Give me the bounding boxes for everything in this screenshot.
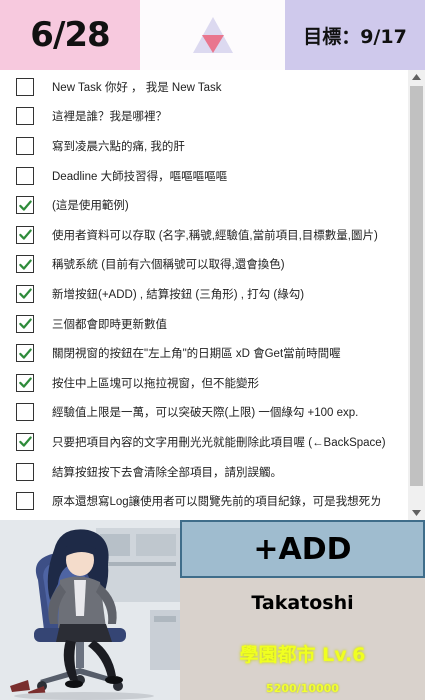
task-row: 只要把項目內容的文字用刪光光就能刪除此項目喔 (←BackSpace)	[0, 427, 408, 457]
task-checkbox-checked[interactable]	[16, 255, 34, 274]
user-info-panel: Takatoshi 學園都市 Lv.6 5200/10000	[180, 578, 425, 700]
date-label: 6/28	[30, 15, 110, 55]
green-check-icon	[18, 436, 32, 448]
green-check-icon	[18, 348, 32, 359]
green-check-icon	[18, 377, 32, 388]
task-text-input[interactable]: New Task 你好 ， 我是 New Task	[52, 79, 404, 95]
green-check-icon	[18, 229, 32, 240]
task-checkbox[interactable]	[16, 166, 34, 185]
task-row: 原本還想寫Log讓使用者可以閱覽先前的項目紀錄，可是我想死ㄌ	[0, 486, 408, 516]
task-text-input[interactable]: 使用者資料可以存取 (名字,稱號,經驗值,當前項目,目標數量,圖片)	[52, 227, 404, 243]
task-checkbox[interactable]	[16, 77, 34, 96]
task-row: 結算按鈕按下去會清除全部項目，請別誤觸。	[0, 457, 408, 487]
task-checkbox-checked[interactable]	[16, 373, 34, 392]
task-row: 這裡是誰？我是哪裡？	[0, 102, 408, 132]
task-text-input[interactable]: 這裡是誰？我是哪裡？	[52, 108, 404, 124]
settle-triangle-icon[interactable]	[191, 15, 235, 55]
title-level-label: 學園都市 Lv.6	[239, 644, 366, 666]
scroll-down-arrow-icon[interactable]	[408, 506, 425, 520]
green-check-icon	[18, 288, 32, 300]
anime-girl-office-chair-illustration	[0, 520, 180, 700]
task-checkbox-checked[interactable]	[16, 314, 34, 333]
task-row: 經驗值上限是一萬，可以突破天際(上限) 一個綠勾 +100 exp.	[0, 398, 408, 428]
task-text-input[interactable]: 只要把項目內容的文字用刪光光就能刪除此項目喔 (←BackSpace)	[52, 434, 404, 450]
task-text-input[interactable]: (這是使用範例)	[52, 197, 404, 213]
task-row: (這是使用範例)	[0, 190, 408, 220]
task-list: New Task 你好 ， 我是 New Task 這裡是誰？我是哪裡？ 寫到凌晨六…	[0, 70, 425, 520]
green-check-icon	[18, 259, 32, 270]
task-checkbox-checked[interactable]	[16, 196, 34, 215]
task-row: 使用者資料可以存取 (名字,稱號,經驗值,當前項目,目標數量,圖片)	[0, 220, 408, 250]
goal-box: 目標：9/17	[285, 0, 425, 70]
task-row: New Task 你好 ， 我是 New Task	[0, 72, 408, 102]
task-checkbox[interactable]	[16, 462, 34, 481]
task-text-input[interactable]: 結算按鈕按下去會清除全部項目，請別誤觸。	[52, 464, 404, 480]
task-text-input[interactable]: 原本還想寫Log讓使用者可以閱覽先前的項目紀錄，可是我想死ㄌ	[52, 493, 404, 509]
exp-label: 5200/10000	[266, 682, 339, 695]
task-checkbox[interactable]	[16, 136, 34, 155]
task-checkbox-checked[interactable]	[16, 344, 34, 363]
username-label: Takatoshi	[251, 592, 354, 614]
task-checkbox[interactable]	[16, 492, 34, 511]
drag-handle-area[interactable]	[140, 0, 285, 70]
green-check-icon	[18, 318, 32, 329]
task-checkbox-checked[interactable]	[16, 432, 34, 451]
task-row: 寫到凌晨六點的痛, 我的肝	[0, 131, 408, 161]
task-text-input[interactable]: Deadline 大師技習得，嘔嘔嘔嘔嘔	[52, 168, 404, 184]
task-text-input[interactable]: 新增按鈕(+ADD) , 結算按鈕 (三角形) , 打勾 (綠勾)	[52, 286, 404, 302]
green-check-icon	[18, 200, 32, 211]
task-text-input[interactable]: 寫到凌晨六點的痛, 我的肝	[52, 138, 404, 154]
profile-panel: +ADD Takatoshi 學園都市 Lv.6 5200/10000	[0, 520, 425, 700]
date-close-button[interactable]: 6/28	[0, 0, 140, 70]
task-row: 三個都會即時更新數值	[0, 309, 408, 339]
task-text-input[interactable]: 三個都會即時更新數值	[52, 316, 404, 332]
task-checkbox-checked[interactable]	[16, 284, 34, 303]
add-button-label: +ADD	[253, 531, 352, 567]
header-bar: 6/28 目標：9/17	[0, 0, 425, 70]
scroll-thumb[interactable]	[410, 86, 423, 486]
scroll-up-arrow-icon[interactable]	[408, 70, 425, 84]
task-text-input[interactable]: 關閉視窗的按鈕在"左上角"的日期區 xD 會Get當前時間喔	[52, 345, 404, 361]
task-checkbox[interactable]	[16, 107, 34, 126]
task-text-input[interactable]: 按住中上區塊可以拖拉視窗，但不能變形	[52, 375, 404, 391]
task-row: 新增按鈕(+ADD) , 結算按鈕 (三角形) , 打勾 (綠勾)	[0, 279, 408, 309]
task-row: 關閉視窗的按鈕在"左上角"的日期區 xD 會Get當前時間喔	[0, 338, 408, 368]
vertical-scrollbar[interactable]	[408, 70, 425, 520]
goal-label: 目標：9/17	[303, 25, 407, 48]
task-row: Deadline 大師技習得，嘔嘔嘔嘔嘔	[0, 161, 408, 191]
task-row: 按住中上區塊可以拖拉視窗，但不能變形	[0, 368, 408, 398]
task-checkbox-checked[interactable]	[16, 225, 34, 244]
add-task-button[interactable]: +ADD	[180, 520, 425, 578]
avatar-image	[0, 520, 180, 700]
task-checkbox[interactable]	[16, 403, 34, 422]
task-text-input[interactable]: 稱號系統 (目前有六個稱號可以取得,還會換色)	[52, 256, 404, 272]
task-row: 稱號系統 (目前有六個稱號可以取得,還會換色)	[0, 250, 408, 280]
task-text-input[interactable]: 經驗值上限是一萬，可以突破天際(上限) 一個綠勾 +100 exp.	[52, 404, 404, 420]
